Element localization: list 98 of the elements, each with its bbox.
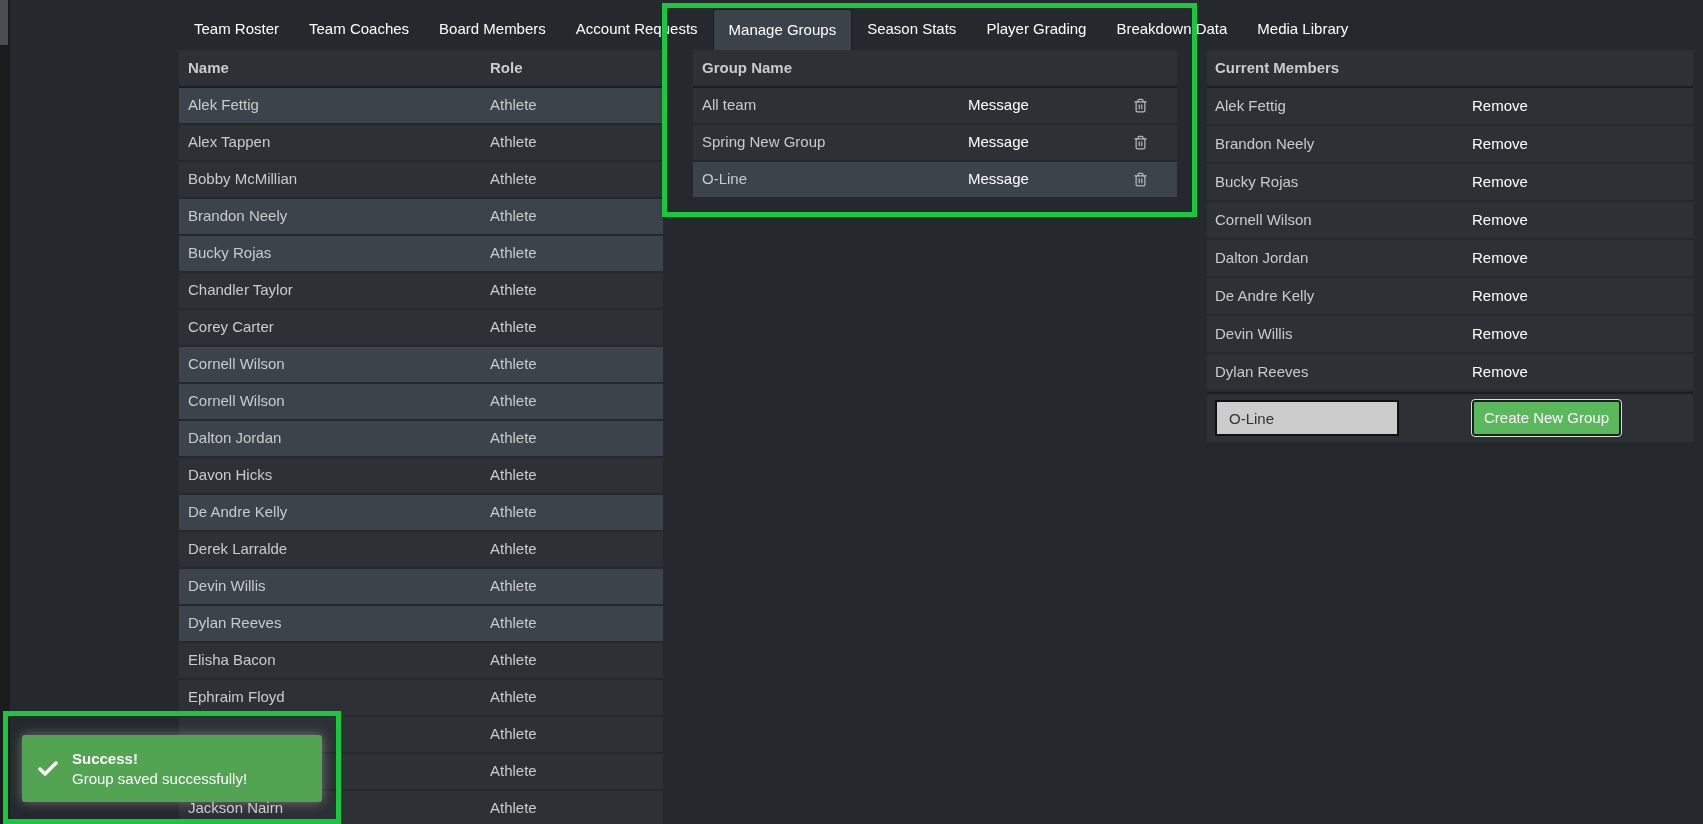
table-cell: Devin Willis: [1215, 324, 1293, 342]
table-cell: Cornell Wilson: [1215, 210, 1312, 228]
table-cell-text: Athlete: [490, 169, 537, 190]
table-cell-text: Athlete: [490, 206, 537, 227]
table-cell: Jackson Nairn: [188, 799, 284, 817]
remove-link[interactable]: Remove: [1472, 322, 1528, 346]
column-header: Group Name: [701, 57, 792, 78]
roster-row[interactable]: Elisha Bacon Athlete: [179, 643, 663, 678]
table-cell: Alex Tappen: [188, 133, 271, 151]
table-cell: Brandon Neely: [188, 207, 288, 225]
message-link[interactable]: Message: [968, 96, 1029, 114]
table-cell: Dylan Reeves: [188, 614, 282, 632]
roster-row[interactable]: Chandler Taylor Athlete: [179, 273, 663, 308]
table-cell: Davon Hicks: [188, 466, 273, 484]
tab[interactable]: Breakdown Data: [1101, 9, 1243, 50]
table-cell: Ephraim Floyd: [188, 688, 285, 706]
roster-row[interactable]: Alex Tappen Athlete: [179, 125, 663, 160]
column-header: Current Members: [1214, 57, 1340, 78]
table-cell: Spring New Group: [702, 133, 826, 151]
table-cell-text: Athlete: [490, 724, 537, 745]
table-cell-text: Athlete: [490, 465, 537, 486]
roster-row[interactable]: Cornell Wilson Athlete: [179, 347, 663, 382]
tab[interactable]: Team Roster: [179, 9, 295, 50]
tab[interactable]: Team Coaches: [294, 9, 425, 50]
remove-link[interactable]: Remove: [1472, 360, 1528, 384]
roster-row[interactable]: Alek Fettig Athlete: [179, 88, 663, 123]
table-cell-text: Athlete: [490, 502, 537, 523]
remove-link[interactable]: Remove: [1472, 246, 1528, 270]
column-header: Role: [490, 57, 523, 78]
message-link[interactable]: Message: [968, 133, 1029, 151]
table-cell: Cornell Wilson: [188, 355, 285, 373]
table-cell: Dylan Reeves: [1215, 362, 1309, 380]
roster-row[interactable]: Derek Larralde Athlete: [179, 532, 663, 567]
table-cell-text: Athlete: [490, 132, 537, 153]
table-cell: Elisha Bacon: [188, 651, 276, 669]
table-cell-text: Athlete: [490, 280, 537, 301]
table-cell-text: Athlete: [490, 539, 537, 560]
table-cell: De Andre Kelly: [188, 503, 288, 521]
table-cell-text: Athlete: [490, 798, 537, 819]
tab[interactable]: Media Library: [1242, 9, 1364, 50]
group-row[interactable]: Spring New Group Message: [693, 125, 1177, 160]
column-header: Name: [187, 57, 230, 78]
table-cell: Corey Carter: [188, 318, 274, 336]
tab[interactable]: Manage Groups: [712, 9, 853, 50]
table-cell: Devin Willis: [188, 577, 266, 595]
table-cell-text: Athlete: [490, 428, 537, 449]
group-row[interactable]: O-Line Message: [693, 162, 1177, 197]
table-cell-text: Athlete: [490, 576, 537, 597]
remove-link[interactable]: Remove: [1472, 284, 1528, 308]
roster-row[interactable]: Ephraim Floyd Athlete: [179, 680, 663, 715]
roster-row[interactable]: Devin Willis Athlete: [179, 569, 663, 604]
delete-icon[interactable]: [1133, 98, 1148, 113]
table-cell-text: Athlete: [490, 761, 537, 782]
tab[interactable]: Player Grading: [971, 9, 1102, 50]
table-cell-text: Athlete: [490, 317, 537, 338]
roster-row[interactable]: Bucky Rojas Athlete: [179, 236, 663, 271]
roster-row[interactable]: Cornell Wilson Athlete: [179, 384, 663, 419]
table-cell: Dalton Jordan: [188, 429, 282, 447]
remove-link[interactable]: Remove: [1472, 94, 1528, 118]
table-cell: All team: [702, 96, 757, 114]
group-row[interactable]: All team Message: [693, 88, 1177, 123]
roster-row[interactable]: De Andre Kelly Athlete: [179, 495, 663, 530]
roster-row[interactable]: Dalton Jordan Athlete: [179, 421, 663, 456]
remove-link[interactable]: Remove: [1472, 170, 1528, 194]
roster-row[interactable]: Bobby McMillian Athlete: [179, 162, 663, 197]
group-name-field[interactable]: O-Line: [1215, 400, 1399, 436]
remove-link[interactable]: Remove: [1472, 208, 1528, 232]
table-cell: Bucky Rojas: [1215, 172, 1299, 190]
table-cell: Alek Fettig: [1215, 96, 1286, 114]
table-cell: Dalton Jordan: [1215, 248, 1309, 266]
table-cell-text: Athlete: [490, 391, 537, 412]
scrollbar-thumb[interactable]: [0, 0, 8, 45]
roster-row[interactable]: Brandon Neely Athlete: [179, 199, 663, 234]
message-link[interactable]: Message: [968, 170, 1029, 188]
table-cell: O-Line: [702, 170, 748, 188]
table-cell: De Andre Kelly: [1215, 286, 1315, 304]
remove-link[interactable]: Remove: [1472, 132, 1528, 156]
table-cell-text: Athlete: [490, 243, 537, 264]
tab[interactable]: Board Members: [424, 9, 561, 50]
table-cell-text: Athlete: [490, 354, 537, 375]
toast-title: Success!: [72, 748, 139, 769]
table-cell: Bobby McMillian: [188, 170, 298, 188]
roster-row[interactable]: Corey Carter Athlete: [179, 310, 663, 345]
table-cell: Cornell Wilson: [188, 392, 285, 410]
table-cell-text: Athlete: [490, 687, 537, 708]
table-cell: Alek Fettig: [188, 96, 259, 114]
tab[interactable]: Season Stats: [852, 9, 972, 50]
table-cell-text: Athlete: [490, 613, 537, 634]
table-cell-text: Athlete: [490, 650, 537, 671]
roster-row[interactable]: Dylan Reeves Athlete: [179, 606, 663, 641]
roster-row[interactable]: Davon Hicks Athlete: [179, 458, 663, 493]
delete-icon[interactable]: [1133, 172, 1148, 187]
table-cell-text: Athlete: [490, 95, 537, 116]
table-cell: Bucky Rojas: [188, 244, 272, 262]
table-cell: Brandon Neely: [1215, 134, 1315, 152]
table-cell: Derek Larralde: [188, 540, 288, 558]
delete-icon[interactable]: [1133, 135, 1148, 150]
table-cell: Chandler Taylor: [188, 281, 293, 299]
